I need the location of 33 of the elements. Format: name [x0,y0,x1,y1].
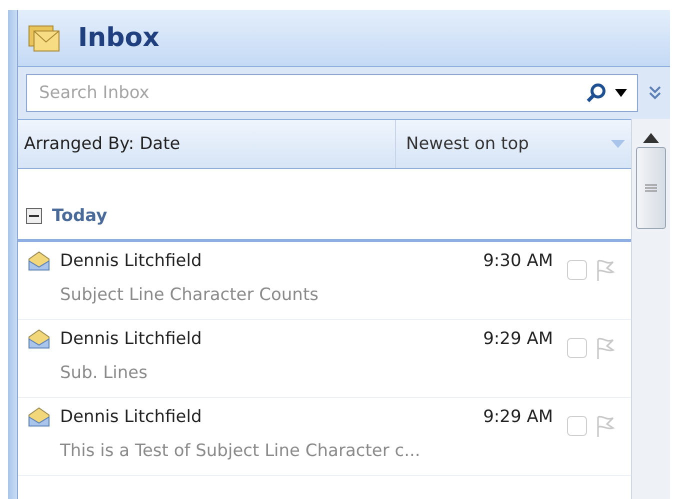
scrollbar-thumb[interactable] [636,147,666,229]
message-row[interactable]: Dennis Litchfield 9:30 AM Subject Line Character Counts [18,242,631,320]
sender-name: Dennis Litchfield [60,407,203,427]
envelope-icon [27,328,51,350]
category-checkbox[interactable] [567,416,587,436]
received-time: 9:30 AM [483,251,554,271]
group-label: Today [52,206,108,226]
category-checkbox[interactable] [567,338,587,358]
expand-chevron-icon[interactable] [648,85,662,101]
message-subject: Sub. Lines [60,363,148,383]
search-field[interactable]: Search Inbox [26,74,638,112]
message-subject: Subject Line Character Counts [60,285,320,305]
sender-name: Dennis Litchfield [60,251,203,271]
folder-title: Inbox [78,23,160,53]
received-time: 9:29 AM [483,407,554,427]
message-subject: This is a Test of Subject Line Character c... [60,441,422,461]
dropdown-caret-icon[interactable] [615,89,627,97]
envelope-icon [27,250,51,272]
category-checkbox[interactable] [567,260,587,280]
sender-name: Dennis Litchfield [60,329,203,349]
arrangement-label: Arranged By: Date [23,134,182,154]
flag-icon[interactable] [595,414,615,438]
message-row[interactable]: Dennis Litchfield 9:29 AM This is a Test of Subject Line Character c... [18,398,631,476]
envelope-icon [27,406,51,428]
scroll-up-icon[interactable] [643,133,659,143]
message-row[interactable]: Dennis Litchfield 9:29 AM Sub. Lines [18,320,631,398]
folder-icon [28,24,60,52]
search-icon[interactable] [585,82,607,104]
group-toggle[interactable] [26,208,42,224]
flag-icon[interactable] [595,336,615,360]
received-time: 9:29 AM [483,329,554,349]
flag-icon[interactable] [595,258,615,282]
caret-icon [611,140,625,148]
